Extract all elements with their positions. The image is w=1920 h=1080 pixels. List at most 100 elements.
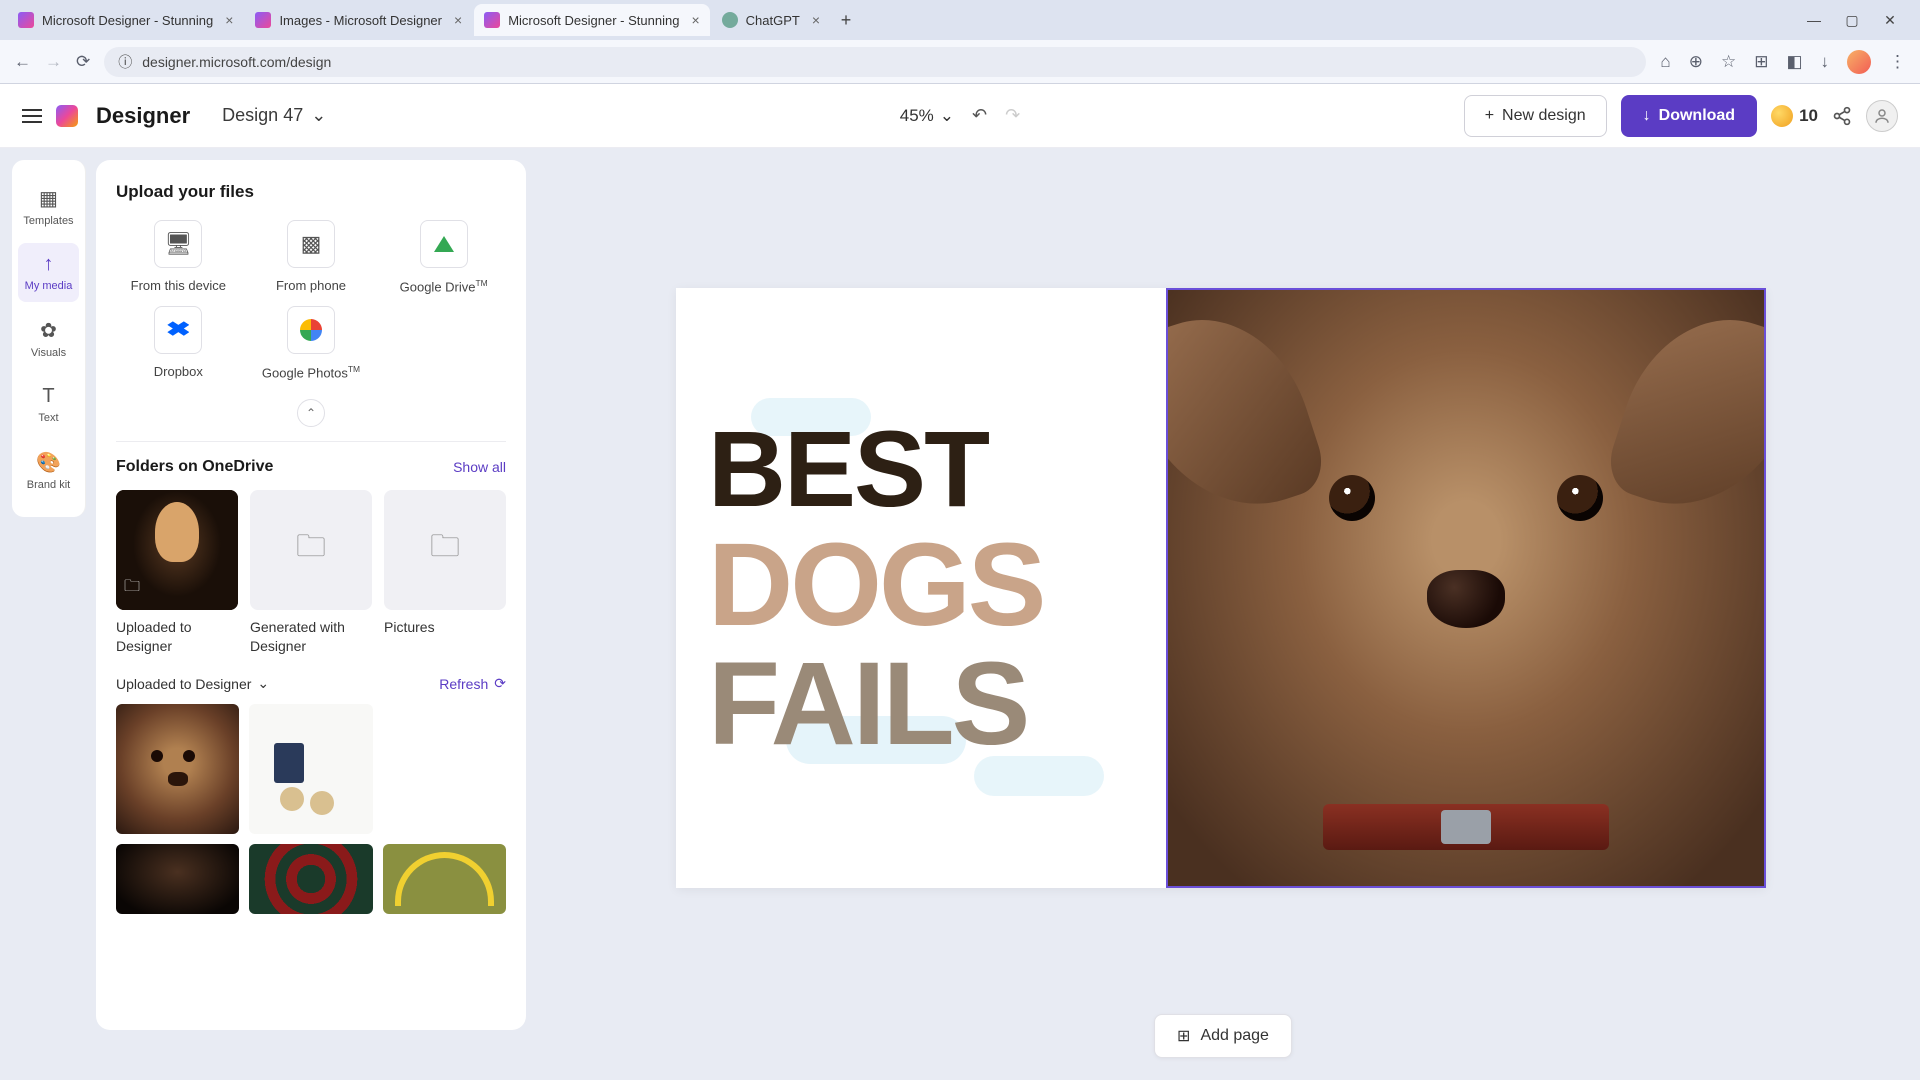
upload-label: Google DriveTM xyxy=(400,278,488,294)
left-rail: ▦ Templates ↑ My media ✿ Visuals T Text … xyxy=(12,160,86,517)
rail-visuals[interactable]: ✿ Visuals xyxy=(18,308,79,369)
download-label: Download xyxy=(1659,107,1735,125)
text-icon: T xyxy=(42,385,54,408)
tab-title: Microsoft Designer - Stunning xyxy=(508,13,679,28)
upload-icon: ↑ xyxy=(44,253,54,276)
forward-button[interactable]: → xyxy=(45,52,62,72)
templates-icon: ▦ xyxy=(39,186,58,211)
refresh-icon: ⟳ xyxy=(494,675,506,692)
uploaded-dropdown[interactable]: Uploaded to Designer ⌄ xyxy=(116,675,269,692)
center-toolbar: 45% ⌄ ↶ ↷ xyxy=(900,105,1020,126)
rail-templates[interactable]: ▦ Templates xyxy=(18,176,79,237)
reload-button[interactable]: ⟳ xyxy=(76,52,90,72)
rail-label: My media xyxy=(25,280,73,292)
install-app-icon[interactable]: ⌂ xyxy=(1660,52,1670,72)
rail-my-media[interactable]: ↑ My media xyxy=(18,243,79,302)
folder-uploaded[interactable]: 🗀 Uploaded to Designer xyxy=(116,490,238,656)
zoom-icon[interactable]: ⊕ xyxy=(1689,52,1703,72)
close-icon[interactable]: × xyxy=(225,12,233,28)
plus-icon: + xyxy=(1485,107,1494,125)
bookmark-icon[interactable]: ☆ xyxy=(1721,52,1736,72)
rail-text[interactable]: T Text xyxy=(18,375,79,434)
zoom-dropdown[interactable]: 45% ⌄ xyxy=(900,106,954,126)
address-bar[interactable]: ⓘ designer.microsoft.com/design xyxy=(104,47,1646,77)
media-item-objects[interactable] xyxy=(249,704,372,834)
folder-icon: 🗀 xyxy=(296,524,326,575)
browser-tab-active[interactable]: Microsoft Designer - Stunning × xyxy=(474,4,709,36)
user-avatar[interactable] xyxy=(1866,100,1898,132)
profile-avatar[interactable] xyxy=(1847,50,1871,74)
gphotos-icon xyxy=(300,319,322,341)
rail-label: Templates xyxy=(23,215,73,227)
chevron-down-icon: ⌄ xyxy=(311,105,326,126)
refresh-button[interactable]: Refresh ⟳ xyxy=(439,675,506,692)
upload-label: Google PhotosTM xyxy=(262,364,360,380)
show-all-link[interactable]: Show all xyxy=(453,459,506,475)
coin-icon xyxy=(1771,105,1793,127)
refresh-label: Refresh xyxy=(439,676,488,692)
media-item-dartboard[interactable] xyxy=(249,844,372,914)
back-button[interactable]: ← xyxy=(14,52,31,72)
browser-toolbar: ← → ⟳ ⓘ designer.microsoft.com/design ⌂ … xyxy=(0,40,1920,84)
browser-tab[interactable]: ChatGPT × xyxy=(712,4,830,36)
collapse-upload-button[interactable]: ⌃ xyxy=(297,399,325,427)
upload-google-photos[interactable]: Google PhotosTM xyxy=(249,306,374,380)
canvas-area[interactable]: BEST DOGS FAILS ⊞ Add page xyxy=(526,148,1920,1080)
headline-text-block[interactable]: BEST DOGS FAILS xyxy=(708,416,1044,763)
downloads-icon[interactable]: ↓ xyxy=(1821,52,1830,72)
menu-button[interactable] xyxy=(22,109,42,123)
close-window-button[interactable]: ✕ xyxy=(1880,12,1900,29)
zoom-value: 45% xyxy=(900,106,934,126)
extensions-icon[interactable]: ⊞ xyxy=(1754,52,1768,72)
upload-label: From this device xyxy=(131,278,226,293)
tab-favicon xyxy=(18,12,34,28)
selected-image-dog[interactable] xyxy=(1166,288,1766,888)
tab-title: Microsoft Designer - Stunning xyxy=(42,13,213,28)
close-icon[interactable]: × xyxy=(691,12,699,28)
side-panel-icon[interactable]: ◧ xyxy=(1786,52,1802,72)
folder-generated[interactable]: 🗀 Generated with Designer xyxy=(250,490,372,656)
upload-google-drive[interactable]: Google DriveTM xyxy=(381,220,506,294)
tab-favicon xyxy=(255,12,271,28)
qr-icon: ▩ xyxy=(301,231,322,257)
upload-dropbox[interactable]: Dropbox xyxy=(116,306,241,380)
new-tab-button[interactable]: + xyxy=(832,6,860,34)
add-page-label: Add page xyxy=(1200,1027,1269,1045)
close-icon[interactable]: × xyxy=(812,12,820,28)
text-line-2: DOGS xyxy=(708,528,1044,644)
design-title-dropdown[interactable]: Design 47 ⌄ xyxy=(222,105,326,126)
artboard[interactable]: BEST DOGS FAILS xyxy=(676,288,1766,888)
credits-display[interactable]: 10 xyxy=(1771,105,1818,127)
folder-icon: 🗀 xyxy=(124,575,140,602)
browser-tab[interactable]: Images - Microsoft Designer × xyxy=(245,4,472,36)
undo-button[interactable]: ↶ xyxy=(972,105,987,126)
close-icon[interactable]: × xyxy=(454,12,462,28)
folders-title: Folders on OneDrive xyxy=(116,458,273,476)
browser-tab[interactable]: Microsoft Designer - Stunning × xyxy=(8,4,243,36)
upload-label: Dropbox xyxy=(154,364,203,379)
url-text: designer.microsoft.com/design xyxy=(142,54,331,70)
media-item-person[interactable] xyxy=(116,844,239,914)
new-design-button[interactable]: + New design xyxy=(1464,95,1607,137)
upload-from-device[interactable]: 🖥 From this device xyxy=(116,220,241,294)
window-controls: — ▢ ✕ xyxy=(1804,12,1912,29)
palette-icon: 🎨 xyxy=(36,450,61,475)
redo-button[interactable]: ↷ xyxy=(1005,105,1020,126)
add-page-button[interactable]: ⊞ Add page xyxy=(1154,1014,1292,1058)
maximize-button[interactable]: ▢ xyxy=(1842,12,1862,29)
minimize-button[interactable]: — xyxy=(1804,12,1824,29)
rail-brand-kit[interactable]: 🎨 Brand kit xyxy=(18,440,79,501)
share-icon[interactable] xyxy=(1832,106,1852,126)
folder-pictures[interactable]: 🗀 Pictures xyxy=(384,490,506,656)
browser-menu-icon[interactable]: ⋮ xyxy=(1889,52,1906,72)
upload-label: From phone xyxy=(276,278,346,293)
media-item-dog[interactable] xyxy=(116,704,239,834)
upload-from-phone[interactable]: ▩ From phone xyxy=(249,220,374,294)
site-info-icon[interactable]: ⓘ xyxy=(118,52,132,72)
download-button[interactable]: ↓ Download xyxy=(1621,95,1757,137)
folder-label: Generated with Designer xyxy=(250,618,372,656)
media-item-arch[interactable] xyxy=(383,844,506,914)
credits-value: 10 xyxy=(1799,106,1818,126)
rail-label: Text xyxy=(38,412,58,424)
upload-title: Upload your files xyxy=(116,182,506,202)
